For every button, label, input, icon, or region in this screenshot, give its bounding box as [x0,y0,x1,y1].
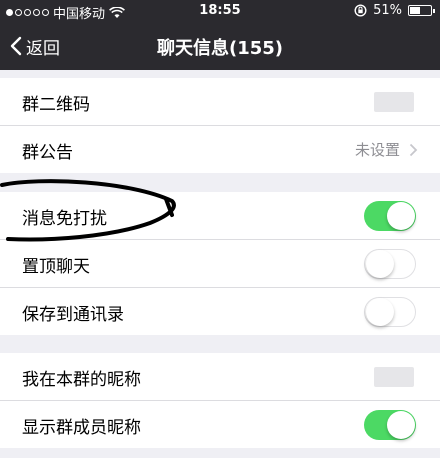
row-pin-chat: 置顶聊天 [0,240,440,288]
show-nickname-label: 显示群成员昵称 [22,418,141,438]
battery-icon [408,5,435,16]
row-mute-notifications: 消息免打扰 [0,192,440,240]
row-group-notice[interactable]: 群公告 未设置 [0,126,440,173]
navigation-bar: 返回 聊天信息(155) [0,22,440,70]
group-settings: 消息免打扰 置顶聊天 保存到通讯录 [0,192,440,335]
chevron-right-icon [409,143,418,157]
row-show-member-nicknames: 显示群成员昵称 [0,401,440,448]
notice-value: 未设置 [354,141,400,159]
save-toggle[interactable] [364,297,416,327]
my-nickname-value [374,367,414,387]
my-nickname-label: 我在本群的昵称 [22,370,141,390]
qr-code-preview [374,92,414,112]
show-nickname-toggle[interactable] [364,410,416,440]
row-save-to-contacts: 保存到通讯录 [0,288,440,335]
qr-code-label: 群二维码 [22,95,90,115]
group-nicknames: 我在本群的昵称 显示群成员昵称 [0,353,440,448]
notice-label: 群公告 [22,143,73,163]
status-right: 51% [354,3,435,18]
save-label: 保存到通讯录 [22,305,124,325]
row-group-qr-code[interactable]: 群二维码 [0,78,440,126]
mute-toggle[interactable] [364,201,416,231]
orientation-lock-icon [354,4,367,17]
row-my-nickname[interactable]: 我在本群的昵称 [0,353,440,401]
page-title: 聊天信息(155) [156,38,284,59]
mute-label: 消息免打扰 [22,209,107,229]
group-info: 群二维码 群公告 未设置 [0,78,440,173]
status-bar: 中国移动 18:55 51% [0,0,440,22]
battery-percent: 51% [373,3,402,18]
pin-toggle[interactable] [364,249,416,279]
pin-label: 置顶聊天 [22,257,90,277]
